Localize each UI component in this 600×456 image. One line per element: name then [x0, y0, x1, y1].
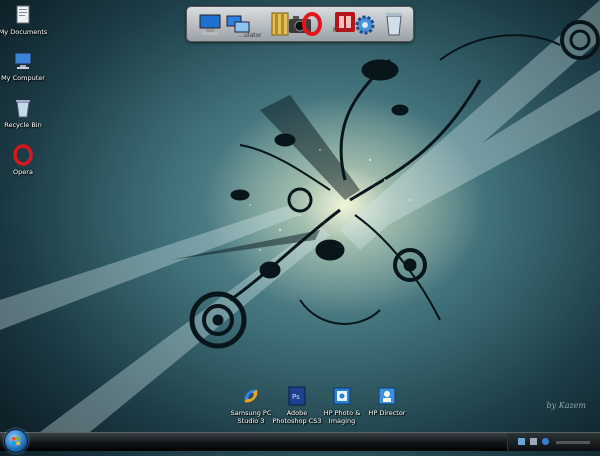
desktop-icon-label: Recycle Bin [4, 121, 42, 129]
desktop-icon-hp-director[interactable]: HP Director [361, 385, 413, 417]
desktop-icon-label: Opera [13, 168, 33, 176]
wallpaper-art [0, 0, 600, 432]
dock-label: …ulator [238, 32, 262, 39]
desktop-icon-my-documents[interactable]: My Documents [0, 4, 49, 36]
desktop-icon-label: Studio 3 [237, 417, 265, 425]
dock-item-computer[interactable] [197, 10, 223, 38]
trash-icon [386, 13, 402, 36]
hp-director-icon [378, 387, 396, 405]
hp-photo-icon [333, 387, 351, 405]
computer-icon [199, 14, 221, 35]
dock-label: Fl… [291, 27, 303, 34]
computer-icon [14, 52, 32, 69]
dock-label: Fl... [333, 27, 344, 34]
windows-start-orb-icon [12, 437, 20, 445]
desktop-icon-label: Imaging [328, 417, 356, 425]
taskbar [0, 429, 600, 453]
system-tray [507, 433, 600, 451]
tray-app-icon[interactable] [542, 438, 549, 445]
svg-text:Ps: Ps [292, 393, 300, 401]
wallpaper-signature: by Kazem [546, 401, 586, 410]
desktop[interactable]: My Documents My Computer Recycle Bin Ope… [0, 0, 600, 432]
tray-network-icon[interactable] [518, 438, 525, 445]
desktop-icon-label: My Computer [1, 74, 45, 82]
settings-gear-icon [355, 15, 375, 35]
desktop-icon-label: Samsung PC [230, 409, 272, 417]
desktop-icon-label: HP Director [368, 409, 406, 417]
recycle-bin-icon [16, 100, 30, 118]
dock-item-opera[interactable] [299, 10, 325, 38]
tray-volume-icon[interactable] [530, 438, 537, 445]
opera-icon [13, 144, 33, 166]
documents-icon [16, 5, 30, 24]
desktop-icon-opera[interactable]: Opera [0, 144, 49, 176]
opera-icon [302, 12, 322, 36]
photoshop-icon: Ps [288, 386, 306, 406]
desktop-icon-samsung-pc-studio[interactable]: Samsung PC Studio 3 [225, 385, 277, 425]
dock-item-settings[interactable] [352, 10, 378, 38]
desktop-icon-my-computer[interactable]: My Computer [0, 50, 49, 82]
quick-launch-dock: …ulator Fl… Fl... [186, 6, 414, 42]
tray-clock[interactable] [556, 441, 590, 444]
start-button[interactable] [4, 429, 28, 453]
samsung-pc-studio-icon [244, 389, 258, 403]
desktop-icon-recycle-bin[interactable]: Recycle Bin [0, 97, 49, 129]
dock-item-trash[interactable] [381, 10, 407, 38]
desktop-icon-label: My Documents [0, 28, 48, 36]
